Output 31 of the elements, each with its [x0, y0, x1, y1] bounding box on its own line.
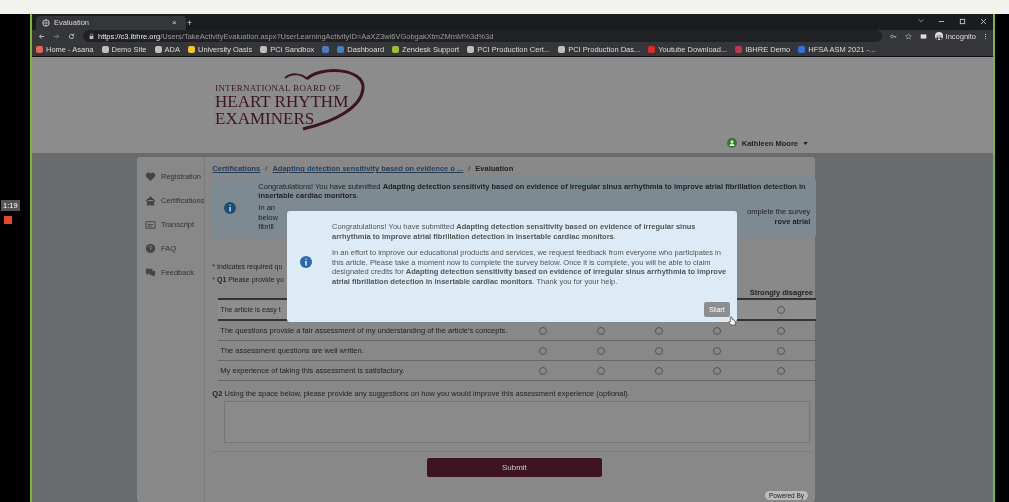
caret-icon: [803, 141, 808, 145]
logo-text: EXAMINERS: [215, 110, 316, 127]
submit-button[interactable]: Submit: [426, 458, 602, 477]
id-card-icon: [145, 219, 156, 230]
more-icon[interactable]: [984, 32, 987, 40]
home-icon: [145, 195, 156, 206]
info-icon: [300, 256, 312, 268]
restore-icon[interactable]: [959, 18, 966, 26]
globe-icon: [42, 18, 50, 27]
caret-icon[interactable]: [918, 18, 924, 25]
back-arrow-icon[interactable]: [38, 32, 45, 40]
close-icon[interactable]: [980, 18, 987, 26]
heart-icon: [145, 171, 156, 182]
help-icon: [145, 243, 156, 254]
logo-text: HEART RHYTHM: [215, 93, 350, 110]
key-icon[interactable]: [889, 32, 897, 40]
hand-cursor-icon: [728, 316, 736, 326]
incognito-icon[interactable]: [934, 32, 943, 41]
reload-icon[interactable]: [68, 32, 75, 40]
bookmark-icon[interactable]: [322, 46, 330, 54]
window-icon[interactable]: [919, 32, 927, 40]
close-tab-button[interactable]: ×: [172, 15, 177, 30]
info-icon: [224, 202, 237, 214]
lock-icon: [89, 32, 94, 40]
chat-icon: [145, 267, 156, 278]
star-icon[interactable]: [904, 32, 912, 40]
forward-arrow-icon[interactable]: [53, 32, 60, 40]
user-icon: [726, 138, 737, 148]
stop-button[interactable]: [4, 216, 12, 224]
logo-text: INTERNATIONAL BOARD OF: [215, 83, 342, 93]
new-tab-button[interactable]: +: [186, 15, 192, 30]
